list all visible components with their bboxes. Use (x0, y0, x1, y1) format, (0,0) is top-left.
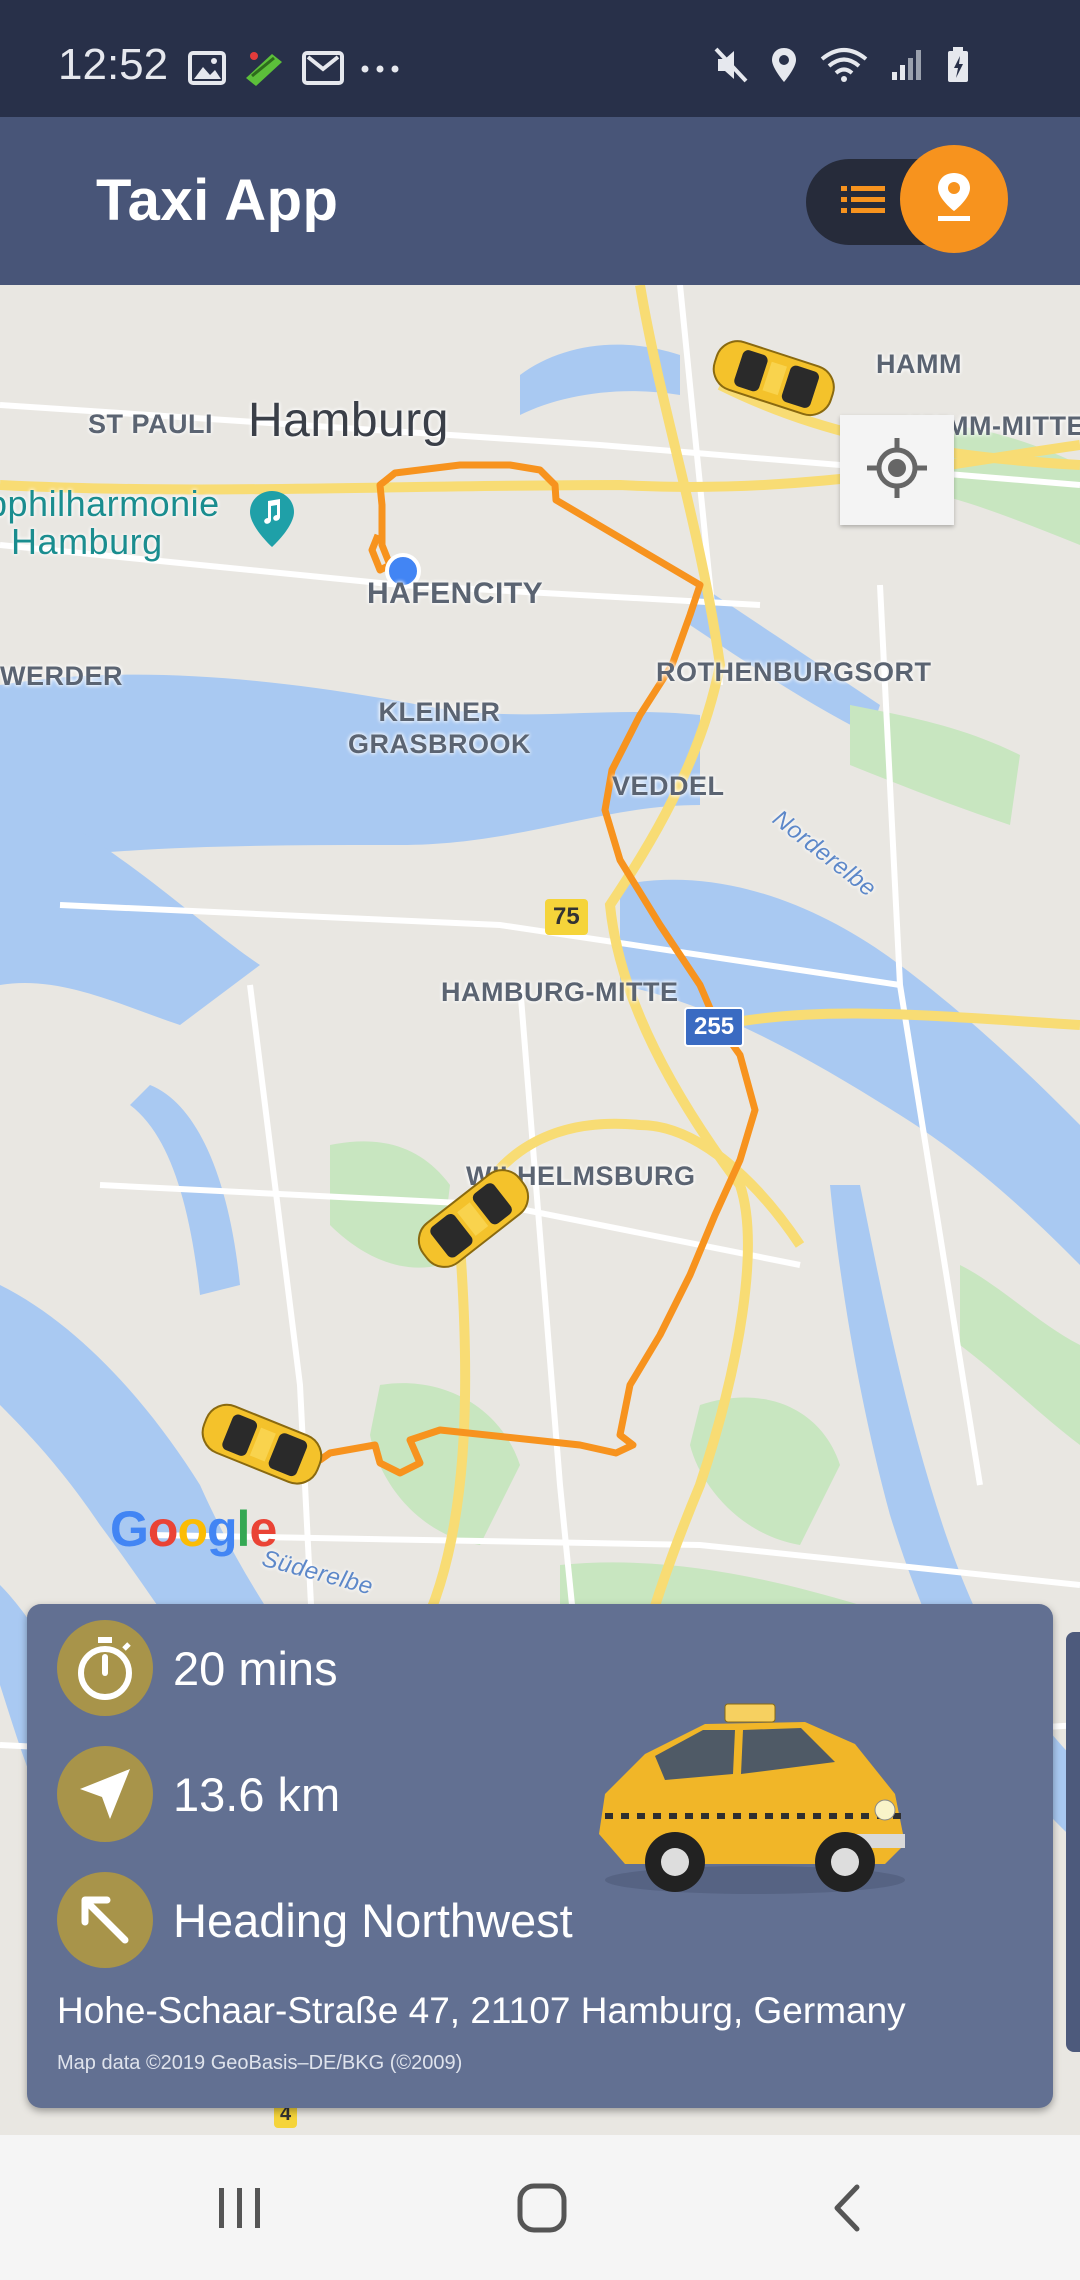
home-icon (516, 2182, 568, 2239)
wifi-icon (820, 47, 868, 88)
status-time: 12:52 (58, 40, 169, 89)
my-location-button[interactable] (840, 415, 954, 525)
google-logo: Google (110, 1501, 277, 1557)
list-icon (841, 184, 885, 221)
recent-apps-button[interactable] (200, 2175, 280, 2245)
crosshair-icon (865, 436, 929, 505)
map-pin-icon (934, 171, 974, 228)
signal-icon (890, 48, 924, 87)
duration-row: 20 mins (57, 1620, 338, 1716)
back-button[interactable] (806, 2175, 886, 2245)
label-rothenburgsort: ROTHENBURGSORT (656, 657, 932, 687)
heading-row: Heading Northwest (57, 1872, 573, 1968)
location-icon (770, 46, 798, 89)
distance-text: 13.6 km (173, 1767, 341, 1821)
label-hamm: HAMM (876, 349, 962, 379)
more-dots-icon (360, 62, 400, 80)
distance-row: 13.6 km (57, 1746, 340, 1842)
road-shield-255: 255 (684, 1007, 745, 1047)
trip-info-card: 20 mins 13.6 km Heading Northwest Hohe-S… (27, 1604, 1053, 2108)
battery-icon (946, 46, 970, 89)
home-button[interactable] (502, 2175, 582, 2245)
address-text: Hohe-Schaar-Straße 47, 21107 Hamburg, Ge… (57, 1990, 906, 2031)
system-nav-bar (0, 2135, 1080, 2280)
app-icon (242, 48, 286, 93)
image-icon (188, 51, 226, 90)
label-kleiner-grasbrook: KLEINER GRASBROOK (348, 697, 532, 759)
label-werder: WERDER (0, 661, 123, 691)
app-title: Taxi App (96, 168, 339, 233)
duration-text: 20 mins (173, 1641, 338, 1695)
map-view-button[interactable] (900, 145, 1008, 253)
status-bar: 12:52 (0, 0, 1080, 117)
status-right-icons (714, 46, 970, 89)
label-st-pauli: ST PAULI (88, 409, 213, 439)
status-left-icons (188, 48, 400, 93)
map-attribution: Map data ©2019 GeoBasis–DE/BKG (©2009) (57, 2052, 463, 2074)
label-hamburg-mitte: HAMBURG-MITTE (441, 977, 679, 1007)
mute-icon (714, 47, 748, 88)
recent-apps-icon (215, 2184, 265, 2237)
label-hamburg: Hamburg (248, 394, 449, 447)
navigation-arrow-icon (57, 1746, 153, 1842)
view-toggle[interactable] (806, 145, 1008, 253)
arrow-northwest-icon (57, 1872, 153, 1968)
app-bar: Taxi App (0, 117, 1080, 285)
label-hafencity: HAFENCITY (367, 577, 544, 610)
back-icon (829, 2183, 863, 2238)
road-shield-75: 75 (545, 899, 588, 935)
taxi-car-image (585, 1684, 925, 1909)
label-elbphilharmonie: Elbphilharmonie Hamburg (0, 483, 220, 562)
stopwatch-icon (57, 1620, 153, 1716)
music-venue-icon (248, 489, 296, 556)
side-panel-handle[interactable] (1066, 1632, 1080, 2052)
label-veddel: VEDDEL (612, 771, 725, 801)
heading-text: Heading Northwest (173, 1893, 573, 1947)
gmail-icon (302, 51, 344, 90)
list-view-button[interactable] (826, 177, 900, 227)
